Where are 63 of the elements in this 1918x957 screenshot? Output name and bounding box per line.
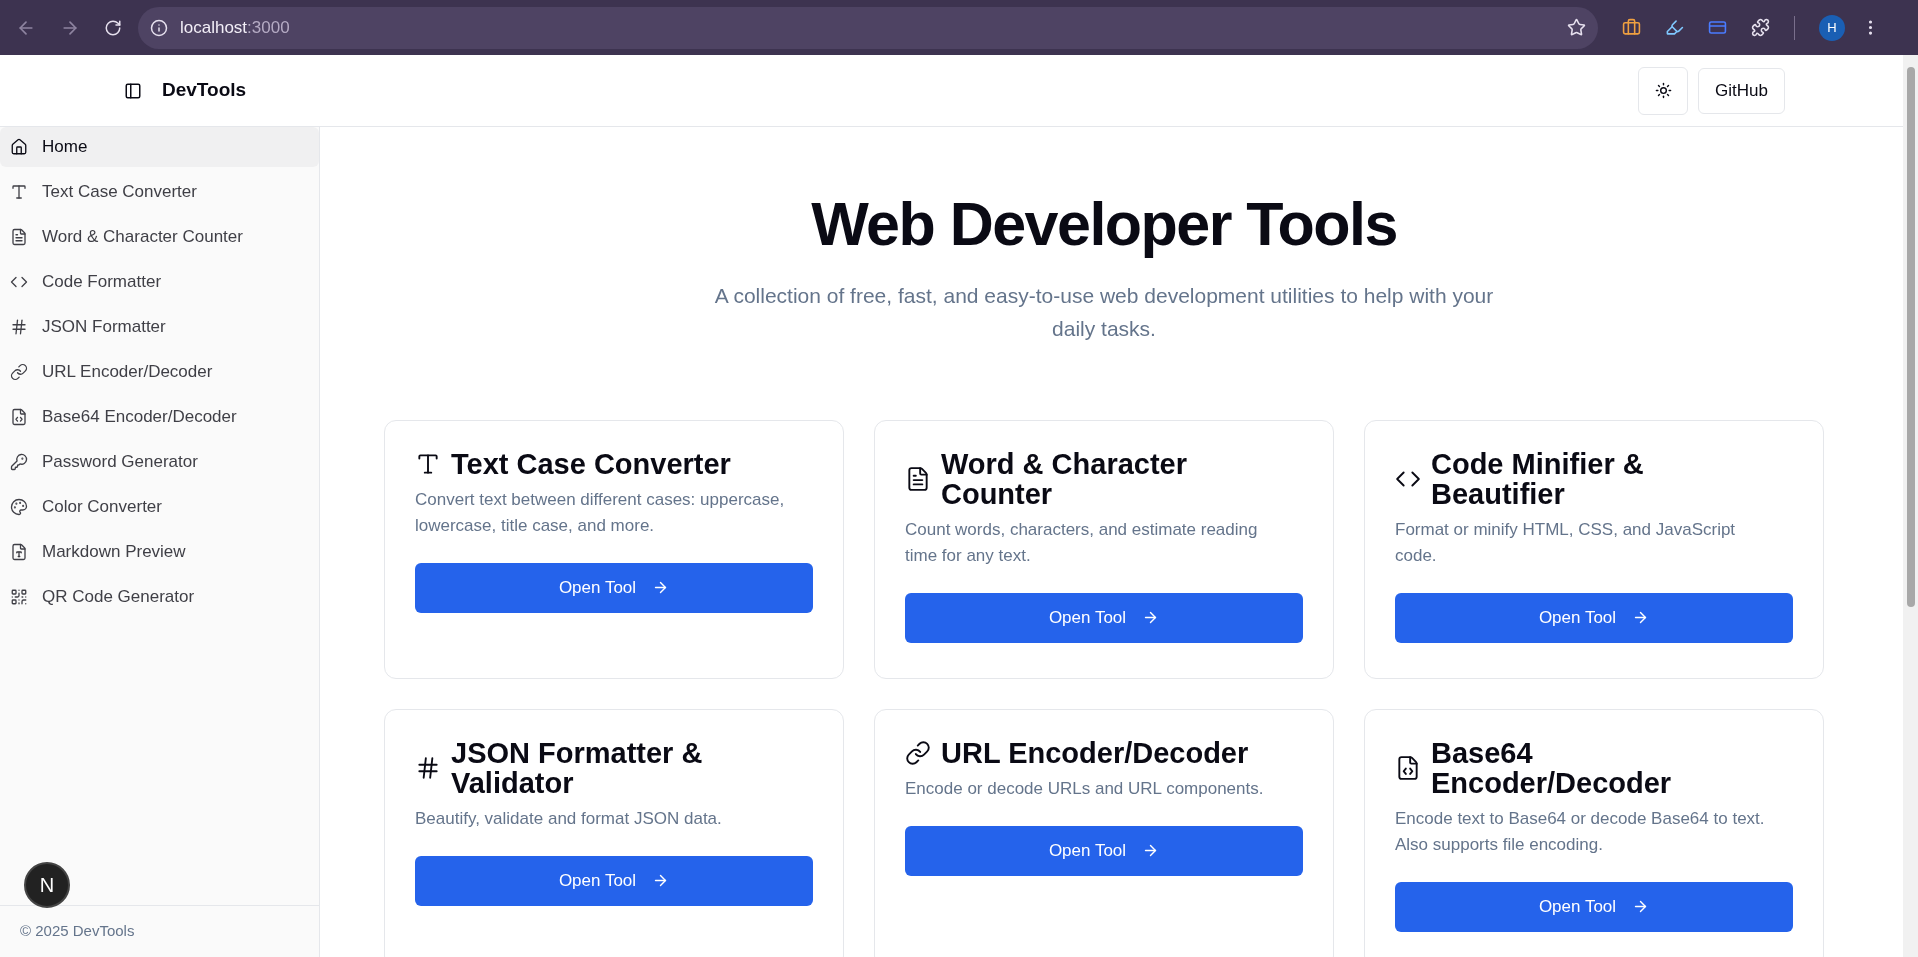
address-bar[interactable]: localhost:3000	[138, 6, 1598, 49]
qr-code-icon	[10, 588, 28, 606]
sidebar-item[interactable]: Word & Character Counter	[0, 217, 319, 257]
extensions-icon[interactable]	[1751, 18, 1770, 37]
sun-icon	[1654, 82, 1672, 99]
card-title: Base64 Encoder/Decoder	[1431, 737, 1673, 798]
reload-icon[interactable]	[104, 18, 122, 37]
open-tool-button[interactable]: Open Tool	[1395, 592, 1793, 643]
hash-icon	[415, 754, 441, 781]
dev-badge[interactable]: N	[24, 862, 70, 908]
sidebar-item[interactable]: Code Formatter	[0, 262, 319, 302]
open-tool-button[interactable]: Open Tool	[905, 825, 1303, 876]
card-description: Count words, characters, and estimate reading time for any text.	[905, 518, 1259, 567]
sidebar-item[interactable]: Markdown Preview	[0, 532, 319, 572]
document-icon	[905, 465, 931, 492]
extension-icon[interactable]	[1622, 18, 1641, 37]
sidebar-item[interactable]: JSON Formatter	[0, 307, 319, 347]
card-title: Word & Character Counter	[941, 448, 1189, 509]
address-text: localhost:3000	[180, 16, 290, 39]
sidebar-item[interactable]: Base64 Encoder/Decoder	[0, 397, 319, 437]
open-tool-button[interactable]: Open Tool	[415, 855, 813, 906]
page-subtitle: A collection of free, fast, and easy-to-use web development utilities to help with your daily tasks.	[713, 282, 1495, 342]
key-icon	[10, 453, 28, 471]
card-extension-icon[interactable]	[1708, 18, 1727, 37]
card-description: Format or minify HTML, CSS, and JavaScript code.	[1395, 518, 1737, 567]
open-tool-button[interactable]: Open Tool	[905, 592, 1303, 643]
brand-name: DevTools	[162, 78, 247, 103]
hash-icon	[10, 318, 28, 336]
sidebar-item[interactable]: URL Encoder/Decoder	[0, 352, 319, 392]
github-button[interactable]: GitHub	[1698, 67, 1785, 114]
code-file-icon	[10, 408, 28, 426]
theme-toggle-button[interactable]	[1638, 66, 1689, 115]
link-icon	[10, 363, 28, 381]
link-icon	[905, 739, 931, 766]
card-description: Encode or decode URLs and URL components.	[905, 777, 1265, 800]
page-title: Web Developer Tools	[811, 189, 1397, 260]
card-description: Convert text between different cases: uppercase, lowercase, title case, and more.	[415, 488, 786, 537]
bookmark-star-icon[interactable]	[1567, 18, 1586, 37]
card-description: Encode text to Base64 or decode Base64 to text. Also supports file encoding.	[1395, 807, 1766, 856]
letter-t-icon	[10, 183, 28, 201]
palette-icon	[10, 498, 28, 516]
card-title: Code Minifier & Beautifier	[1431, 448, 1645, 509]
text-file-icon	[10, 543, 28, 561]
card-description: Beautify, validate and format JSON data.	[415, 807, 723, 830]
card-title: URL Encoder/Decoder	[941, 737, 1249, 768]
sidebar-item[interactable]: Color Converter	[0, 487, 319, 527]
open-tool-button[interactable]: Open Tool	[415, 562, 813, 613]
sidebar-item[interactable]: Home	[0, 127, 319, 167]
sidebar-toggle-icon[interactable]	[124, 81, 142, 100]
card-title: JSON Formatter & Validator	[451, 737, 704, 798]
document-icon	[10, 228, 28, 246]
home-icon	[10, 138, 28, 156]
sidebar-item[interactable]: QR Code Generator	[0, 577, 319, 617]
footer-copyright: © 2025 DevTools	[20, 921, 135, 942]
sidebar-item[interactable]: Text Case Converter	[0, 172, 319, 212]
scrollbar[interactable]	[1903, 55, 1918, 957]
code-file-icon	[1395, 754, 1421, 781]
info-icon[interactable]	[150, 18, 168, 37]
open-tool-button[interactable]: Open Tool	[1395, 881, 1793, 932]
sidebar-item[interactable]: Password Generator	[0, 442, 319, 482]
highlighter-icon[interactable]	[1665, 18, 1684, 37]
card-title: Text Case Converter	[451, 448, 731, 479]
profile-avatar[interactable]: H	[1819, 14, 1845, 41]
